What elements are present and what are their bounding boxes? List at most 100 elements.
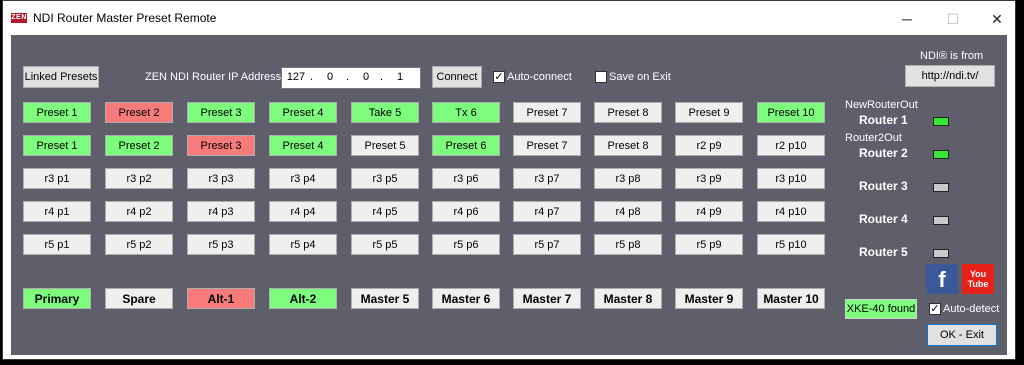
master-button-3[interactable]: Alt-1	[187, 288, 255, 309]
router-name-label: Router 3	[859, 179, 908, 193]
preset-button-r5-p8[interactable]: r5 p8	[594, 234, 662, 255]
router-status-led	[933, 150, 949, 159]
minimize-button[interactable]: ─	[893, 9, 921, 29]
router-name-label: Router 4	[859, 212, 908, 226]
master-button-10[interactable]: Master 10	[757, 288, 825, 309]
preset-button-r1-p5[interactable]: Take 5	[351, 102, 419, 123]
preset-button-r5-p4[interactable]: r5 p4	[269, 234, 337, 255]
app-logo-icon: ZEN	[11, 13, 27, 23]
ip-separator: .	[310, 71, 314, 83]
preset-button-r5-p2[interactable]: r5 p2	[105, 234, 173, 255]
preset-button-r5-p10[interactable]: r5 p10	[757, 234, 825, 255]
preset-button-r2-p5[interactable]: Preset 5	[351, 135, 419, 156]
preset-button-r5-p7[interactable]: r5 p7	[513, 234, 581, 255]
youtube-icon[interactable]: You Tube	[962, 264, 994, 294]
preset-button-r5-p9[interactable]: r5 p9	[675, 234, 743, 255]
ip-separator: .	[380, 71, 384, 83]
preset-button-r2-p6[interactable]: Preset 6	[432, 135, 500, 156]
preset-button-r4-p9[interactable]: r4 p9	[675, 201, 743, 222]
preset-button-r1-p6[interactable]: Tx 6	[432, 102, 500, 123]
preset-button-r5-p3[interactable]: r5 p3	[187, 234, 255, 255]
preset-button-r1-p1[interactable]: Preset 1	[23, 102, 91, 123]
youtube-icon-bottom-text: Tube	[967, 279, 989, 289]
connect-button[interactable]: Connect	[432, 66, 482, 88]
preset-button-r3-p9[interactable]: r3 p9	[675, 168, 743, 189]
preset-button-r2-p2[interactable]: Preset 2	[105, 135, 173, 156]
linked-presets-button[interactable]: Linked Presets	[23, 66, 99, 88]
ip-octet-1[interactable]: 127	[286, 71, 306, 83]
auto-connect-label: Auto-connect	[507, 71, 572, 83]
preset-button-r4-p1[interactable]: r4 p1	[23, 201, 91, 222]
preset-button-r4-p3[interactable]: r4 p3	[187, 201, 255, 222]
ip-address-label: ZEN NDI Router IP Address	[145, 71, 282, 83]
preset-button-r1-p8[interactable]: Preset 8	[594, 102, 662, 123]
preset-button-r3-p4[interactable]: r3 p4	[269, 168, 337, 189]
ip-octet-2[interactable]: 0	[320, 71, 340, 83]
preset-button-r3-p2[interactable]: r3 p2	[105, 168, 173, 189]
preset-button-r4-p7[interactable]: r4 p7	[513, 201, 581, 222]
preset-button-r3-p6[interactable]: r3 p6	[432, 168, 500, 189]
window-title: NDI Router Master Preset Remote	[33, 11, 217, 25]
preset-button-r4-p5[interactable]: r4 p5	[351, 201, 419, 222]
master-button-4[interactable]: Alt-2	[269, 288, 337, 309]
preset-button-r2-p9[interactable]: r2 p9	[675, 135, 743, 156]
router-source-label: Router2Out	[845, 132, 902, 144]
master-button-5[interactable]: Master 5	[351, 288, 419, 309]
preset-button-r5-p5[interactable]: r5 p5	[351, 234, 419, 255]
router-status-led	[933, 117, 949, 126]
router-name-label: Router 1	[859, 113, 908, 127]
preset-button-r2-p7[interactable]: Preset 7	[513, 135, 581, 156]
preset-button-r3-p10[interactable]: r3 p10	[757, 168, 825, 189]
auto-detect-label: Auto-detect	[943, 303, 1000, 315]
preset-button-r3-p5[interactable]: r3 p5	[351, 168, 419, 189]
main-panel: Linked Presets ZEN NDI Router IP Address…	[11, 35, 1007, 355]
preset-button-r4-p4[interactable]: r4 p4	[269, 201, 337, 222]
preset-button-r4-p6[interactable]: r4 p6	[432, 201, 500, 222]
preset-button-r3-p3[interactable]: r3 p3	[187, 168, 255, 189]
router-status-led	[933, 183, 949, 192]
ndi-from-label: NDI® is from	[920, 50, 984, 62]
maximize-button: ☐	[946, 11, 960, 27]
save-on-exit-checkbox[interactable]	[595, 71, 607, 83]
ndi-link-button[interactable]: http://ndi.tv/	[905, 65, 995, 87]
master-button-1[interactable]: Primary	[23, 288, 91, 309]
router-name-label: Router 2	[859, 146, 908, 160]
facebook-icon[interactable]: f	[926, 264, 958, 294]
close-button[interactable]: ✕	[983, 9, 1011, 29]
preset-button-r1-p7[interactable]: Preset 7	[513, 102, 581, 123]
preset-button-r1-p9[interactable]: Preset 9	[675, 102, 743, 123]
preset-button-r1-p4[interactable]: Preset 4	[269, 102, 337, 123]
router-status-led	[933, 216, 949, 225]
preset-button-r3-p7[interactable]: r3 p7	[513, 168, 581, 189]
preset-button-r4-p2[interactable]: r4 p2	[105, 201, 173, 222]
master-button-8[interactable]: Master 8	[594, 288, 662, 309]
preset-button-r1-p3[interactable]: Preset 3	[187, 102, 255, 123]
ip-address-input[interactable]: 127 . 0 . 0 . 1	[281, 67, 421, 89]
master-button-7[interactable]: Master 7	[513, 288, 581, 309]
master-button-9[interactable]: Master 9	[675, 288, 743, 309]
preset-button-r5-p6[interactable]: r5 p6	[432, 234, 500, 255]
master-button-6[interactable]: Master 6	[432, 288, 500, 309]
title-bar[interactable]: ZEN NDI Router Master Preset Remote ─ ☐ …	[3, 1, 1015, 35]
youtube-icon-top-text: You	[969, 269, 987, 279]
preset-button-r5-p1[interactable]: r5 p1	[23, 234, 91, 255]
ip-octet-3[interactable]: 0	[356, 71, 376, 83]
preset-button-r3-p8[interactable]: r3 p8	[594, 168, 662, 189]
preset-button-r2-p8[interactable]: Preset 8	[594, 135, 662, 156]
preset-button-r2-p4[interactable]: Preset 4	[269, 135, 337, 156]
preset-button-r2-p3[interactable]: Preset 3	[187, 135, 255, 156]
app-window: ZEN NDI Router Master Preset Remote ─ ☐ …	[2, 0, 1016, 360]
preset-button-r4-p8[interactable]: r4 p8	[594, 201, 662, 222]
preset-button-r1-p10[interactable]: Preset 10	[757, 102, 825, 123]
auto-detect-checkbox[interactable]: ✓	[929, 303, 941, 315]
ip-separator: .	[346, 71, 350, 83]
preset-button-r4-p10[interactable]: r4 p10	[757, 201, 825, 222]
ip-octet-4[interactable]: 1	[390, 71, 410, 83]
auto-connect-checkbox[interactable]: ✓	[493, 71, 505, 83]
master-button-2[interactable]: Spare	[105, 288, 173, 309]
preset-button-r2-p10[interactable]: r2 p10	[757, 135, 825, 156]
preset-button-r1-p2[interactable]: Preset 2	[105, 102, 173, 123]
preset-button-r2-p1[interactable]: Preset 1	[23, 135, 91, 156]
ok-exit-button[interactable]: OK - Exit	[927, 324, 997, 346]
preset-button-r3-p1[interactable]: r3 p1	[23, 168, 91, 189]
